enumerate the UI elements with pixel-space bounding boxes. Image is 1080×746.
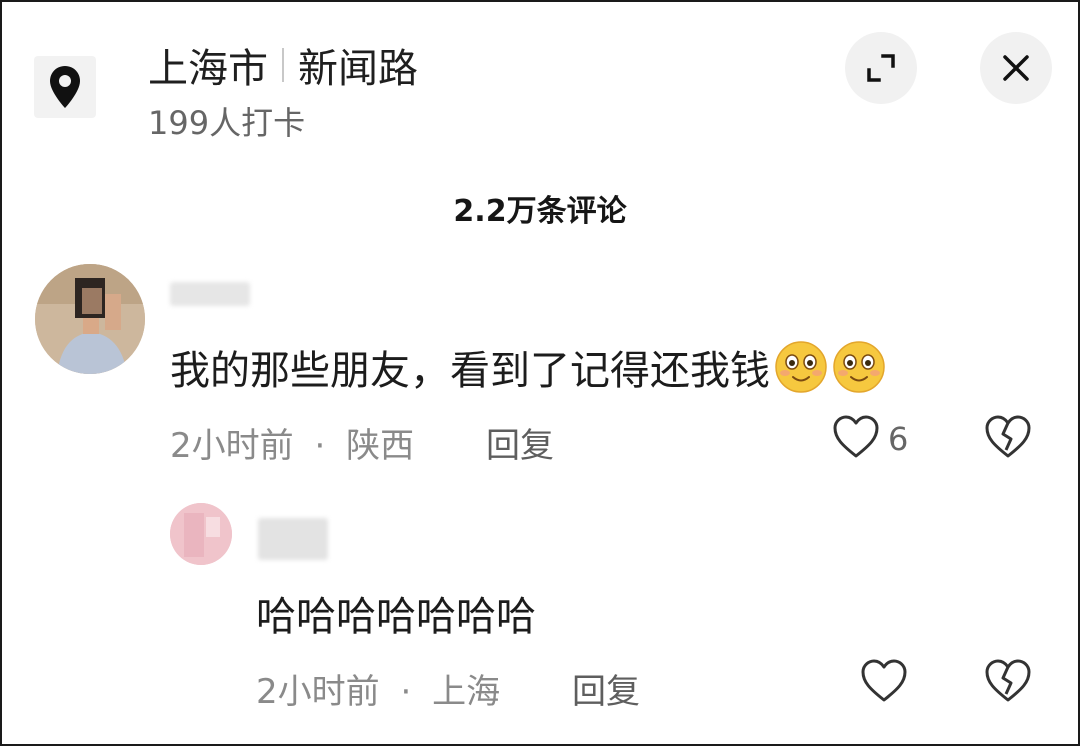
comment-region: 陕西	[346, 426, 415, 466]
comment-meta: 2小时前 · 陕西	[170, 418, 414, 467]
avatar[interactable]	[170, 503, 232, 565]
reply-button[interactable]: 回复	[572, 664, 640, 713]
city-name: 上海市	[148, 46, 268, 92]
checkin-count: 199人打卡	[148, 104, 306, 142]
comment-count: 2.2万条评论	[453, 194, 627, 229]
like-count: 6	[888, 420, 909, 458]
location-title[interactable]: 上海市 新闻路	[148, 36, 418, 94]
like-icon[interactable]	[860, 658, 908, 704]
smile-emoji-icon	[775, 341, 827, 393]
meta-separator: ·	[314, 426, 326, 466]
close-button[interactable]	[980, 32, 1052, 104]
close-icon	[1003, 55, 1029, 81]
comment-region: 上海	[432, 672, 501, 712]
meta-separator: ·	[400, 672, 412, 712]
like-icon[interactable]	[832, 414, 880, 460]
username-redacted[interactable]	[170, 282, 250, 306]
username-redacted[interactable]	[258, 518, 328, 560]
dislike-icon[interactable]	[984, 414, 1032, 460]
reply-button[interactable]: 回复	[486, 418, 554, 467]
comment-time: 2小时前	[256, 672, 380, 712]
title-divider	[282, 48, 284, 82]
avatar[interactable]	[35, 264, 145, 374]
comment-time: 2小时前	[170, 426, 294, 466]
comment-text: 我的那些朋友，看到了记得还我钱	[170, 338, 886, 396]
comment-body: 我的那些朋友，看到了记得还我钱	[170, 348, 770, 394]
map-pin-icon	[34, 56, 96, 118]
street-name: 新闻路	[298, 46, 418, 92]
dislike-icon[interactable]	[984, 658, 1032, 704]
comment-text: 哈哈哈哈哈哈哈	[256, 594, 536, 640]
expand-icon	[867, 54, 895, 82]
smile-emoji-icon	[833, 341, 885, 393]
expand-button[interactable]	[845, 32, 917, 104]
comment-meta: 2小时前 · 上海	[256, 664, 500, 713]
